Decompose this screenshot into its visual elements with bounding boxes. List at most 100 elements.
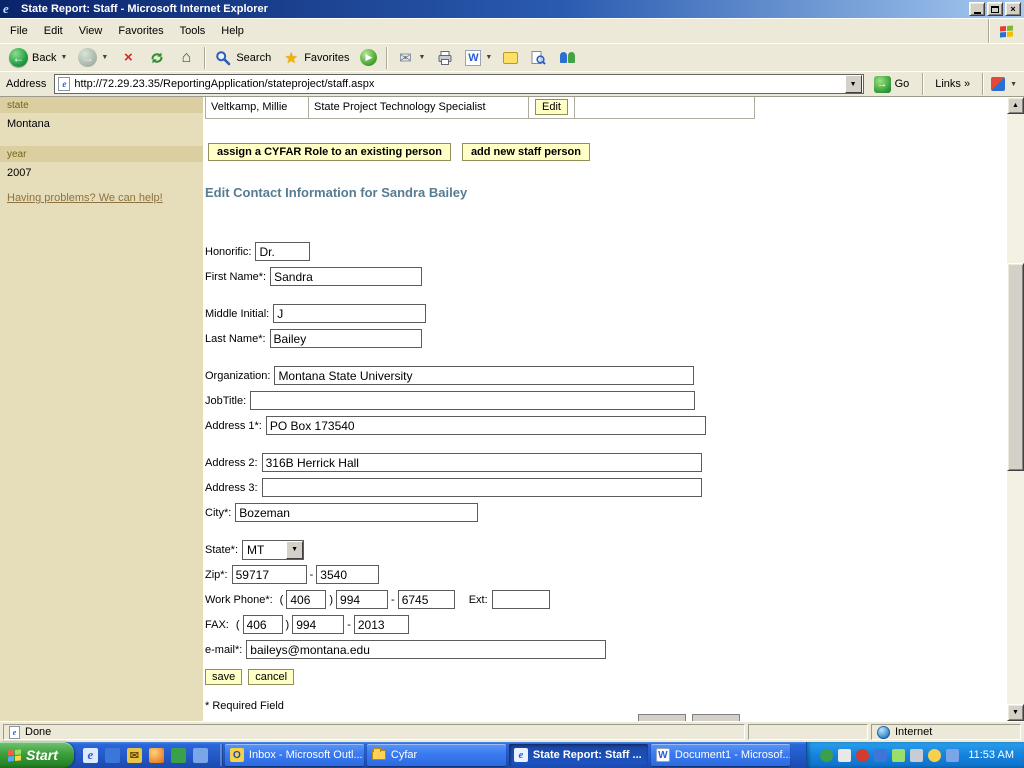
task-button-cyfar-folder[interactable]: Cyfar (367, 744, 506, 766)
cancel-button[interactable]: cancel (248, 669, 294, 685)
taskbar-clock[interactable]: 11:53 AM (964, 749, 1014, 761)
zip-plus4-field[interactable] (316, 565, 379, 584)
last-name-field[interactable] (270, 329, 422, 348)
maximize-icon (991, 6, 999, 13)
maximize-button[interactable] (987, 2, 1003, 16)
refresh-button[interactable] (143, 46, 171, 70)
address-field[interactable]: e http://72.29.23.35/ReportingApplicatio… (54, 74, 863, 94)
save-button[interactable]: save (205, 669, 242, 685)
menu-help[interactable]: Help (213, 21, 252, 41)
home-button[interactable]: ⌂ (172, 46, 200, 70)
tray-icon-app4[interactable] (928, 749, 941, 762)
staff-empty-cell (575, 97, 755, 119)
fax-line-field[interactable] (354, 615, 409, 634)
extension-dropdown-icon[interactable]: ▼ (1010, 81, 1017, 88)
task-button-word-document[interactable]: W Document1 - Microsof... (651, 744, 790, 766)
quick-launch-mail-icon[interactable]: ✉ (127, 748, 142, 763)
close-button[interactable]: × (1005, 2, 1021, 16)
back-button[interactable]: ← Back ▼ (4, 46, 72, 70)
work-area-field[interactable] (286, 590, 326, 609)
mail-icon: ✉ (396, 49, 414, 67)
tray-icon-network[interactable] (874, 749, 887, 762)
quick-launch-folder-icon[interactable] (193, 748, 208, 763)
address2-field[interactable] (262, 453, 702, 472)
assign-cyfar-role-button[interactable]: assign a CYFAR Role to an existing perso… (208, 143, 451, 161)
job-title-field[interactable] (250, 391, 695, 410)
status-zone-panel: Internet (871, 724, 1021, 740)
back-dropdown-icon[interactable]: ▼ (60, 54, 67, 61)
tray-icon-app3[interactable] (892, 749, 905, 762)
mail-dropdown-icon[interactable]: ▼ (418, 54, 425, 61)
email-field[interactable] (246, 640, 606, 659)
links-button[interactable]: Links » (931, 78, 974, 90)
ie-window-icon: e (3, 2, 17, 16)
fax-dash: - (347, 619, 351, 631)
task-button-outlook[interactable]: O Inbox - Microsoft Outl... (225, 744, 364, 766)
zip-field[interactable] (232, 565, 307, 584)
forward-dropdown-icon[interactable]: ▼ (101, 54, 108, 61)
tray-icon-app2[interactable] (856, 749, 869, 762)
history-button[interactable]: ▶ (355, 46, 382, 70)
menu-tools[interactable]: Tools (172, 21, 214, 41)
state-select-value: MT (243, 543, 286, 557)
address-dropdown-button[interactable]: ▼ (845, 75, 862, 93)
menu-edit[interactable]: Edit (36, 21, 71, 41)
menu-view[interactable]: View (71, 21, 111, 41)
print-button[interactable] (431, 46, 459, 70)
organization-field[interactable] (274, 366, 694, 385)
favorites-button[interactable]: ★ Favorites (277, 46, 354, 70)
print-icon (436, 49, 454, 67)
fax-prefix-field[interactable] (292, 615, 344, 634)
mail-button[interactable]: ✉ ▼ (391, 46, 430, 70)
state-select-button[interactable]: ▼ (286, 541, 303, 559)
city-field[interactable] (235, 503, 478, 522)
scroll-up-button[interactable]: ▲ (1007, 97, 1024, 114)
favorites-star-icon: ★ (282, 49, 300, 67)
add-new-staff-button[interactable]: add new staff person (462, 143, 590, 161)
menu-favorites[interactable]: Favorites (110, 21, 171, 41)
scroll-down-button[interactable]: ▼ (1007, 704, 1024, 721)
address1-label: Address 1*: (205, 420, 262, 432)
work-line-field[interactable] (398, 590, 455, 609)
task-button-state-report[interactable]: e State Report: Staff ... (509, 744, 648, 766)
tray-icon-display[interactable] (946, 749, 959, 762)
search-button[interactable]: Search (209, 46, 276, 70)
ext-field[interactable] (492, 590, 550, 609)
work-prefix-field[interactable] (336, 590, 388, 609)
edit-with-word-button[interactable]: W ▼ (460, 46, 497, 70)
forward-button[interactable]: → ▼ (73, 46, 113, 70)
help-link[interactable]: Having problems? We can help! (7, 192, 163, 204)
vertical-scrollbar[interactable]: ▲ ▼ (1007, 97, 1024, 721)
discuss-button[interactable] (498, 46, 523, 70)
quick-launch-ie-icon[interactable]: e (83, 748, 98, 763)
address-url[interactable]: http://72.29.23.35/ReportingApplication/… (74, 78, 374, 90)
honorific-field[interactable] (255, 242, 310, 261)
address1-field[interactable] (266, 416, 706, 435)
scrollbar-thumb[interactable] (1007, 263, 1024, 471)
edit-dropdown-icon[interactable]: ▼ (485, 54, 492, 61)
edit-staff-button[interactable]: Edit (535, 99, 568, 115)
go-button[interactable]: → Go (869, 74, 915, 95)
minimize-button[interactable] (969, 2, 985, 16)
browser-viewport: state Montana year 2007 Having problems?… (0, 97, 1024, 721)
tray-icon-volume[interactable] (910, 749, 923, 762)
toolbar-extension-icon[interactable] (991, 77, 1005, 91)
address3-field[interactable] (262, 478, 702, 497)
quick-launch-desktop-icon[interactable] (105, 748, 120, 763)
quick-launch-media-icon[interactable] (149, 748, 164, 763)
research-button[interactable] (524, 46, 552, 70)
tray-icon-shield[interactable] (820, 749, 833, 762)
windows-flag-icon (1000, 25, 1013, 37)
middle-initial-field[interactable] (273, 304, 426, 323)
menu-file[interactable]: File (2, 21, 36, 41)
staff-title-cell: State Project Technology Specialist (309, 97, 529, 119)
quick-launch-app-icon[interactable] (171, 748, 186, 763)
state-select[interactable]: MT ▼ (242, 540, 304, 560)
tray-icon-app1[interactable] (838, 749, 851, 762)
stop-button[interactable]: × (114, 46, 142, 70)
start-button[interactable]: Start (0, 742, 74, 768)
first-name-field[interactable] (270, 267, 422, 286)
fax-area-field[interactable] (243, 615, 283, 634)
messenger-button[interactable] (553, 46, 581, 70)
title-bar: e State Report: Staff - Microsoft Intern… (0, 0, 1024, 18)
